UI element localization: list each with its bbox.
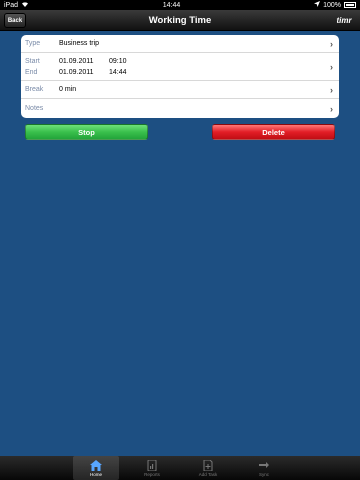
wifi-icon xyxy=(21,1,29,9)
delete-button[interactable]: Delete xyxy=(212,124,335,140)
tab-label: Sync xyxy=(258,471,269,477)
chevron-right-icon: › xyxy=(330,61,333,72)
status-time: 14:44 xyxy=(162,1,181,9)
tab-add-task[interactable]: Add Task xyxy=(185,456,231,480)
tab-home[interactable]: Home xyxy=(73,456,119,480)
tab-label: Add Task xyxy=(198,471,218,477)
break-row[interactable]: Break 0 min › xyxy=(21,81,339,99)
navigation-bar: Back Working Time timr xyxy=(0,10,360,31)
battery-icon xyxy=(343,2,356,8)
start-date: 01.09.2011 xyxy=(59,57,94,65)
chevron-right-icon: › xyxy=(330,38,333,49)
tab-reports[interactable]: Reports xyxy=(129,456,175,480)
tab-label: Home xyxy=(89,471,102,477)
tab-sync[interactable]: Sync xyxy=(241,456,287,480)
end-line: End 01.09.2011 14:44 xyxy=(21,67,339,77)
type-value: Business trip xyxy=(59,40,100,47)
chevron-right-icon: › xyxy=(330,103,333,114)
notes-row[interactable]: Notes › xyxy=(21,99,339,118)
status-left: iPad xyxy=(4,1,29,9)
timr-logo: timr xyxy=(336,16,352,25)
add-task-icon xyxy=(201,459,215,471)
home-icon xyxy=(89,459,103,471)
time-row[interactable]: Start 01.09.2011 09:10 End 01.09.2011 14… xyxy=(21,53,339,81)
tab-bar: Home Reports Add Task Sync xyxy=(0,456,360,480)
status-right: 100% xyxy=(314,1,356,9)
end-time: 14:44 xyxy=(109,68,127,76)
battery-percent: 100% xyxy=(323,1,341,9)
end-date: 01.09.2011 xyxy=(59,68,94,76)
chevron-right-icon: › xyxy=(330,84,333,95)
start-line: Start 01.09.2011 09:10 xyxy=(21,56,339,66)
start-label: Start xyxy=(25,57,40,65)
start-time: 09:10 xyxy=(109,57,127,65)
sync-icon xyxy=(257,460,271,471)
reports-icon xyxy=(145,459,159,471)
end-label: End xyxy=(25,68,38,76)
break-value: 0 min xyxy=(59,86,77,93)
working-time-details: Type Business trip › Start 01.09.2011 09… xyxy=(21,35,339,118)
type-row[interactable]: Type Business trip › xyxy=(21,35,339,53)
type-label: Type xyxy=(25,40,41,47)
location-icon xyxy=(314,1,321,9)
break-label: Break xyxy=(25,86,44,93)
notes-label: Notes xyxy=(25,105,44,112)
tab-label: Reports xyxy=(144,471,160,477)
back-button[interactable]: Back xyxy=(4,13,26,28)
page-title: Working Time xyxy=(148,15,212,26)
status-bar: iPad 14:44 100% xyxy=(0,0,360,10)
carrier-label: iPad xyxy=(4,1,19,9)
stop-button[interactable]: Stop xyxy=(25,124,148,140)
